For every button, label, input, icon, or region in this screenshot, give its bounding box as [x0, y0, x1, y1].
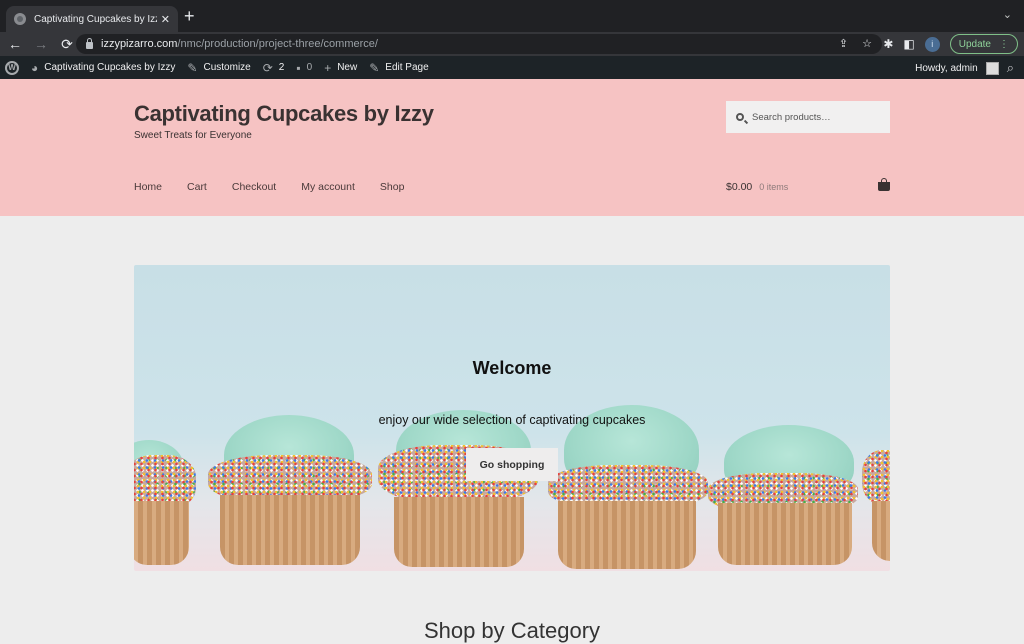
hero-title: Welcome: [472, 358, 552, 378]
kebab-menu-icon: ⋮: [999, 38, 1009, 50]
bookmark-star-icon[interactable]: ☆: [862, 37, 872, 50]
nav-cart[interactable]: Cart: [187, 181, 207, 193]
admin-search-icon[interactable]: ⌕: [1007, 60, 1014, 76]
admin-site-name[interactable]: ◕ Captivating Cupcakes by Izzy: [31, 61, 175, 75]
admin-avatar[interactable]: [985, 61, 999, 75]
paintbrush-icon: ✎: [187, 60, 198, 75]
wordpress-logo-icon[interactable]: W: [5, 60, 19, 75]
go-shopping-button[interactable]: Go shopping: [466, 448, 558, 481]
basket-icon: [878, 178, 890, 191]
hero-subtitle: enjoy our wide selection of captivating …: [378, 413, 646, 427]
forward-button[interactable]: →: [30, 36, 52, 52]
address-bar[interactable]: izzypizarro.com/nmc/production/project-t…: [76, 34, 882, 54]
lock-icon: [86, 37, 93, 49]
howdy-admin[interactable]: Howdy, admin: [915, 63, 978, 74]
section-title: Shop by Category: [423, 618, 601, 643]
back-button[interactable]: ←: [4, 36, 26, 52]
reload-button[interactable]: ⟳: [56, 36, 78, 53]
search-icon: [736, 113, 744, 121]
cart-count: 0 items: [759, 182, 789, 192]
tab-search-chevron-icon[interactable]: ⌄: [1003, 8, 1012, 21]
site-title[interactable]: Captivating Cupcakes by Izzy: [134, 101, 434, 127]
primary-nav: Home Cart Checkout My account Shop: [134, 181, 404, 193]
admin-comments[interactable]: ▪ 0: [296, 61, 312, 75]
admin-new[interactable]: + New: [324, 61, 357, 75]
admin-updates[interactable]: ⟳ 2: [263, 61, 285, 75]
nav-shop[interactable]: Shop: [380, 181, 405, 193]
admin-edit-page[interactable]: ✎ Edit Page: [369, 61, 428, 75]
plus-icon: +: [324, 60, 332, 75]
updates-icon: ⟳: [262, 60, 273, 75]
search-input[interactable]: [752, 111, 872, 123]
pencil-icon: ✎: [369, 60, 380, 75]
header-cart[interactable]: $0.00 0 items: [726, 178, 890, 193]
browser-tab[interactable]: Captivating Cupcakes by Izzy ✕: [6, 6, 178, 32]
hero-banner: Welcome enjoy our wide selection of capt…: [134, 265, 890, 571]
nav-my-account[interactable]: My account: [301, 181, 355, 193]
site-tagline: Sweet Treats for Everyone: [134, 130, 252, 141]
site-header: Captivating Cupcakes by Izzy Sweet Treat…: [0, 79, 1024, 216]
browser-toolbar: ← → ⟳ izzypizarro.com/nmc/production/pro…: [0, 32, 1024, 56]
browser-tab-strip: Captivating Cupcakes by Izzy ✕ + ⌄: [0, 0, 1024, 32]
url-text: izzypizarro.com/nmc/production/project-t…: [101, 38, 378, 50]
update-label: Update: [958, 38, 991, 50]
wp-admin-bar: W ◕ Captivating Cupcakes by Izzy ✎ Custo…: [0, 56, 1024, 79]
nav-checkout[interactable]: Checkout: [232, 181, 276, 193]
update-button[interactable]: Update ⋮: [949, 34, 1018, 54]
hero-content: Welcome enjoy our wide selection of capt…: [134, 265, 890, 571]
nav-home[interactable]: Home: [134, 181, 162, 193]
close-tab-icon[interactable]: ✕: [161, 13, 170, 26]
dashboard-icon: ◕: [31, 60, 39, 75]
profile-avatar[interactable]: i: [924, 36, 940, 52]
side-panel-icon[interactable]: ◧: [903, 37, 914, 51]
globe-icon: [14, 13, 26, 25]
share-icon[interactable]: ⇪: [839, 37, 848, 50]
cart-total: $0.00: [726, 181, 753, 193]
extensions-icon[interactable]: ✱: [883, 37, 893, 51]
tab-title: Captivating Cupcakes by Izzy: [34, 13, 157, 25]
admin-customize[interactable]: ✎ Customize: [187, 61, 250, 75]
comment-bubble-icon: ▪: [296, 60, 301, 75]
new-tab-button[interactable]: +: [184, 7, 195, 25]
product-search: [726, 101, 890, 133]
